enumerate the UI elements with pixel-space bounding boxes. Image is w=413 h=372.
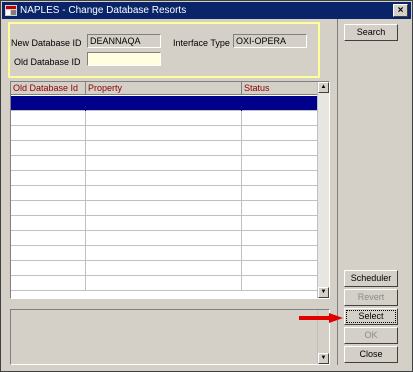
scroll-up-arrow-icon[interactable]: ▲ bbox=[318, 82, 329, 93]
table-row[interactable] bbox=[11, 246, 318, 261]
table-cell bbox=[242, 261, 318, 276]
table-cell bbox=[86, 96, 242, 111]
table-cell bbox=[11, 156, 86, 171]
table-cell bbox=[11, 171, 86, 186]
red-pointer-arrow-icon bbox=[299, 313, 343, 323]
window-close-button[interactable]: × bbox=[393, 4, 408, 17]
ok-button[interactable]: OK bbox=[344, 327, 398, 344]
column-header-old-database-id[interactable]: Old Database Id bbox=[11, 82, 86, 95]
search-criteria-panel bbox=[8, 22, 320, 78]
new-database-id-label: New Database ID bbox=[11, 38, 82, 48]
table-cell bbox=[86, 141, 242, 156]
opera-app-icon bbox=[5, 5, 17, 16]
table-cell bbox=[242, 141, 318, 156]
detail-pane: ▼ bbox=[10, 309, 330, 365]
interface-type-label: Interface Type bbox=[173, 38, 230, 48]
table-cell bbox=[242, 186, 318, 201]
table-cell bbox=[242, 216, 318, 231]
scheduler-button[interactable]: Scheduler bbox=[344, 270, 398, 287]
table-row[interactable] bbox=[11, 111, 318, 126]
table-cell bbox=[11, 186, 86, 201]
table-cell bbox=[242, 156, 318, 171]
table-cell bbox=[242, 276, 318, 291]
table-row[interactable] bbox=[11, 201, 318, 216]
column-header-status[interactable]: Status bbox=[242, 82, 318, 95]
new-database-id-field: DEANNAQA bbox=[87, 34, 161, 48]
table-cell bbox=[242, 171, 318, 186]
change-database-resorts-window: NAPLES - Change Database Resorts × New D… bbox=[0, 0, 413, 372]
table-cell bbox=[86, 276, 242, 291]
revert-button[interactable]: Revert bbox=[344, 289, 398, 306]
table-cell bbox=[11, 111, 86, 126]
table-cell bbox=[86, 111, 242, 126]
table-row[interactable] bbox=[11, 216, 318, 231]
table-cell bbox=[242, 96, 318, 111]
table-cell bbox=[11, 126, 86, 141]
table-row[interactable] bbox=[11, 126, 318, 141]
grid-vertical-scrollbar[interactable]: ▲ ▼ bbox=[317, 82, 329, 298]
close-button[interactable]: Close bbox=[344, 346, 398, 363]
table-cell bbox=[242, 111, 318, 126]
title-bar: NAPLES - Change Database Resorts × bbox=[2, 2, 411, 19]
window-title: NAPLES - Change Database Resorts bbox=[20, 5, 187, 16]
scroll-down-arrow-icon[interactable]: ▼ bbox=[318, 353, 329, 364]
table-cell bbox=[242, 246, 318, 261]
table-cell bbox=[11, 201, 86, 216]
table-cell bbox=[11, 141, 86, 156]
table-row[interactable] bbox=[11, 186, 318, 201]
table-cell bbox=[242, 231, 318, 246]
table-cell bbox=[11, 261, 86, 276]
table-row[interactable] bbox=[11, 231, 318, 246]
table-cell bbox=[86, 261, 242, 276]
table-row[interactable] bbox=[11, 156, 318, 171]
old-database-id-input[interactable] bbox=[87, 52, 161, 66]
table-cell bbox=[11, 276, 86, 291]
table-cell bbox=[242, 201, 318, 216]
table-cell bbox=[86, 231, 242, 246]
table-cell bbox=[86, 246, 242, 261]
table-cell bbox=[86, 126, 242, 141]
table-cell bbox=[11, 231, 86, 246]
table-row[interactable] bbox=[11, 276, 318, 291]
old-database-id-label: Old Database ID bbox=[14, 57, 81, 67]
interface-type-field: OXI-OPERA bbox=[233, 34, 307, 48]
select-button[interactable]: Select bbox=[344, 308, 398, 325]
table-cell bbox=[86, 186, 242, 201]
resort-grid: Old Database Id Property Status ▲ ▼ bbox=[10, 81, 330, 299]
table-cell bbox=[242, 126, 318, 141]
table-row[interactable] bbox=[11, 171, 318, 186]
table-cell bbox=[11, 216, 86, 231]
table-row[interactable] bbox=[11, 96, 318, 111]
table-cell bbox=[86, 156, 242, 171]
table-cell bbox=[86, 216, 242, 231]
table-cell bbox=[11, 246, 86, 261]
table-cell bbox=[86, 171, 242, 186]
table-cell bbox=[86, 201, 242, 216]
search-button[interactable]: Search bbox=[344, 24, 398, 41]
table-row[interactable] bbox=[11, 141, 318, 156]
column-header-property[interactable]: Property bbox=[86, 82, 242, 95]
table-row[interactable] bbox=[11, 261, 318, 276]
table-cell bbox=[11, 96, 86, 111]
scroll-down-arrow-icon[interactable]: ▼ bbox=[318, 287, 329, 298]
